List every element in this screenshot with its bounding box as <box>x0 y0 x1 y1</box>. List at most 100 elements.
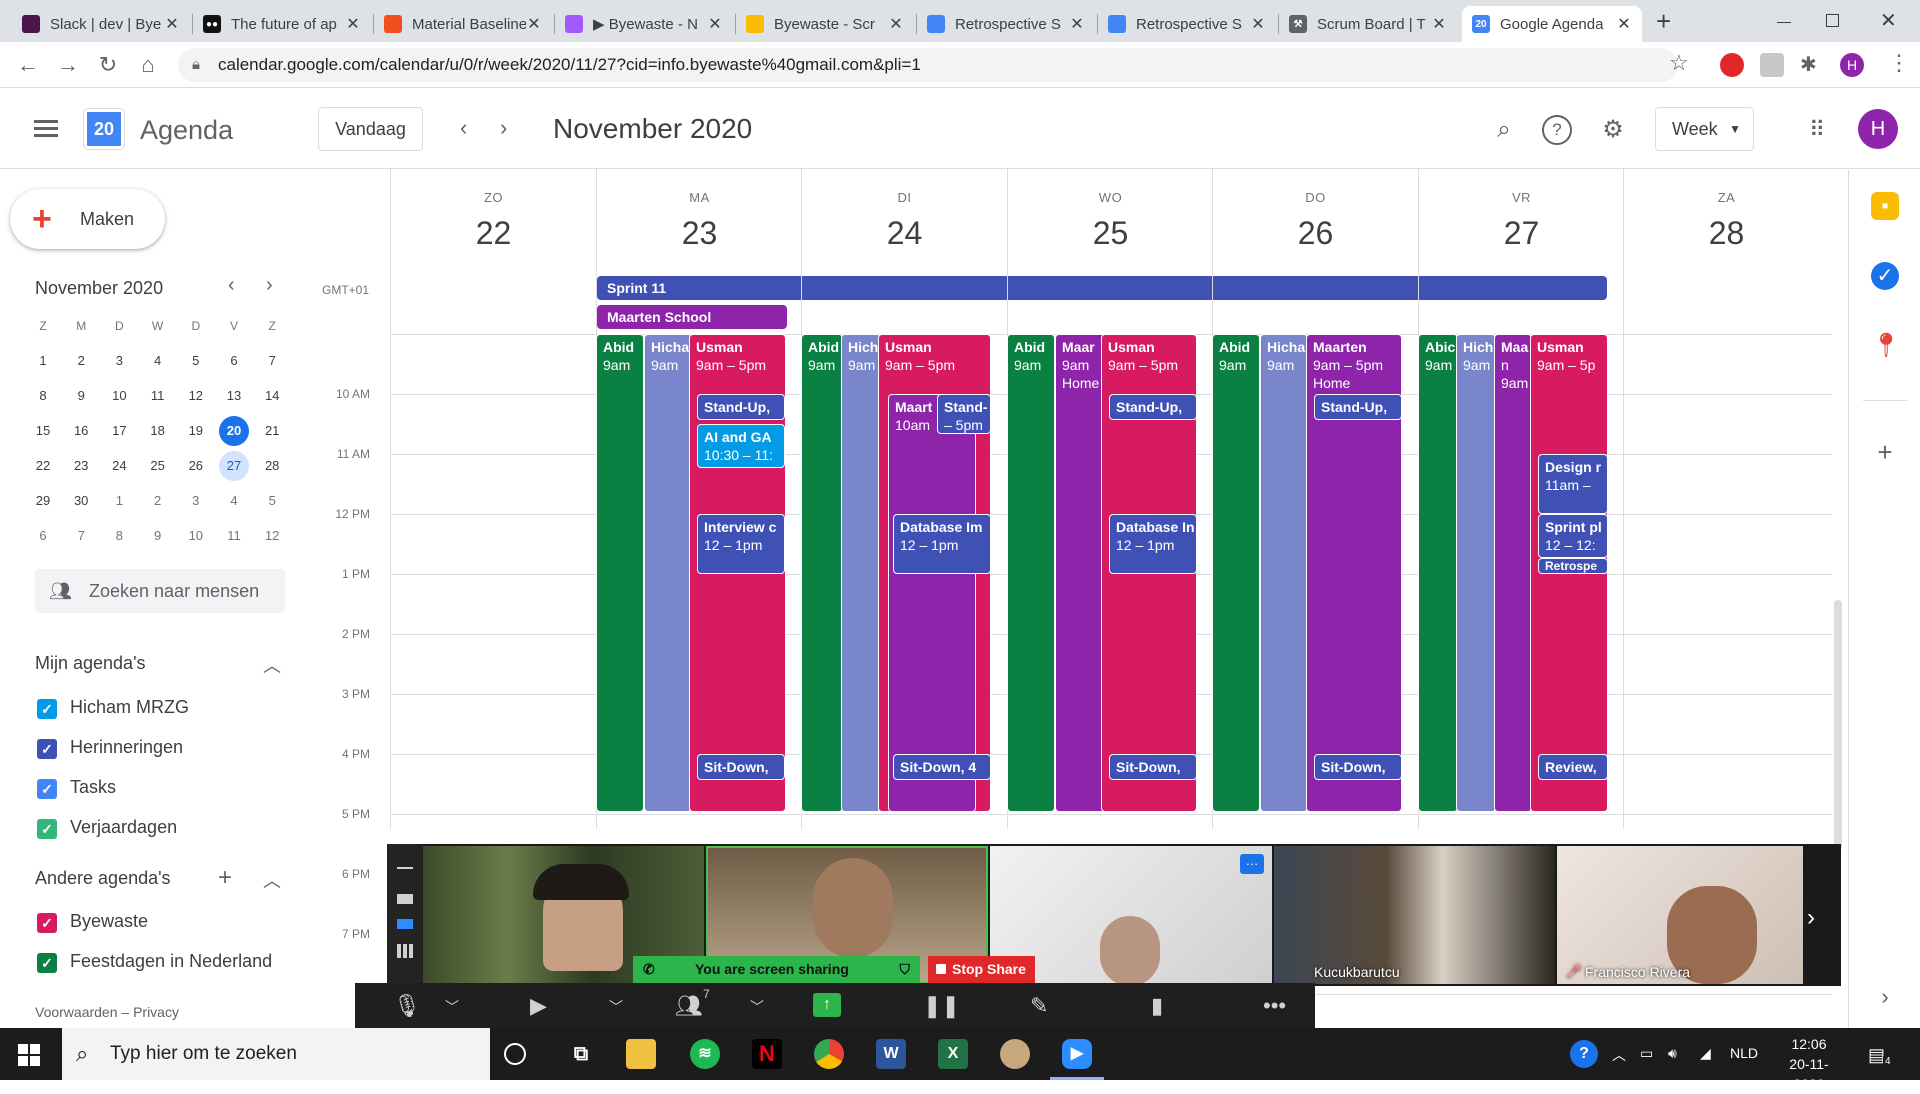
mini-calendar-day[interactable]: 6 <box>219 346 249 376</box>
annotate-pencil-icon[interactable]: ✎ <box>1030 993 1048 1019</box>
windows-start-icon[interactable] <box>18 1044 40 1066</box>
input-language[interactable]: NLD <box>1730 1045 1758 1061</box>
mini-calendar-day[interactable]: 26 <box>181 451 211 481</box>
checkbox-checked-icon[interactable]: ✓ <box>37 953 57 973</box>
add-addon-icon[interactable]: + <box>1871 438 1899 466</box>
minimize-icon[interactable] <box>397 867 413 869</box>
forward-arrow-icon[interactable]: → <box>54 51 82 79</box>
event-ai-ga-mon[interactable]: AI and GA 10:30 – 11: <box>697 424 785 468</box>
mini-calendar-day[interactable]: 22 <box>28 451 58 481</box>
browser-tab-slack[interactable]: Slack | dev | Bye ✕ <box>12 6 190 42</box>
today-button[interactable]: Vandaag <box>318 107 423 151</box>
event-database-wed[interactable]: Database In 12 – 1pm <box>1109 514 1197 574</box>
remote-control-mouse-icon[interactable]: ▮ <box>1151 993 1163 1019</box>
help-icon[interactable]: ? <box>1542 115 1572 145</box>
share-screen-icon[interactable]: ↑ <box>813 993 841 1017</box>
event-abid-fri[interactable]: Abic 9am <box>1418 334 1458 812</box>
browser-menu-icon[interactable]: ⋮ <box>1888 50 1910 76</box>
more-dots-icon[interactable]: ••• <box>1263 993 1286 1019</box>
next-page-arrow-icon[interactable]: › <box>1807 904 1815 932</box>
mini-calendar-day[interactable]: 14 <box>257 381 287 411</box>
calendar-item-feestdagen[interactable]: ✓ Feestdagen in Nederland <box>35 946 272 976</box>
spotify-icon[interactable]: ≋ <box>690 1039 720 1069</box>
excel-icon[interactable]: X <box>938 1039 968 1069</box>
mini-calendar-day[interactable]: 4 <box>219 486 249 516</box>
event-abid-thu[interactable]: Abid 9am <box>1212 334 1260 812</box>
chrome-icon[interactable] <box>814 1039 844 1069</box>
pause-share-icon[interactable]: ❚❚ <box>923 993 960 1019</box>
event-database-tue[interactable]: Database Im 12 – 1pm <box>893 514 991 574</box>
reload-icon[interactable]: ↻ <box>94 51 122 79</box>
mini-calendar-day[interactable]: 10 <box>104 381 134 411</box>
close-tab-icon[interactable]: ✕ <box>1616 14 1632 34</box>
gallery-view-icon[interactable] <box>397 944 413 958</box>
mini-calendar-day[interactable]: 17 <box>104 416 134 446</box>
apps-grid-icon[interactable]: ⠿ <box>1802 115 1832 145</box>
stop-share-button[interactable]: Stop Share <box>928 956 1035 983</box>
mini-calendar-day[interactable]: 8 <box>104 521 134 551</box>
mini-calendar-day[interactable]: 13 <box>219 381 249 411</box>
file-explorer-icon[interactable] <box>626 1039 656 1069</box>
mini-calendar-day[interactable]: 15 <box>28 416 58 446</box>
checkbox-checked-icon[interactable]: ✓ <box>37 739 57 759</box>
volume-icon[interactable]: 🔊︎ <box>1668 1045 1677 1062</box>
participants-icon[interactable]: 👥︎ <box>675 993 703 1019</box>
bookmark-star-icon[interactable]: ☆ <box>1669 50 1689 76</box>
close-tab-icon[interactable]: ✕ <box>164 14 180 34</box>
collapse-chevron-icon[interactable]: ︿ <box>263 867 281 893</box>
close-tab-icon[interactable]: ✕ <box>345 14 361 34</box>
help-tray-icon[interactable]: ? <box>1570 1040 1598 1068</box>
event-hicham-tue[interactable]: Hich 9am <box>841 334 881 812</box>
mini-next-month-icon[interactable]: › <box>266 274 273 297</box>
add-calendar-icon[interactable]: + <box>218 864 232 892</box>
mini-calendar-day[interactable]: 6 <box>28 521 58 551</box>
mini-calendar-day[interactable]: 7 <box>257 346 287 376</box>
event-hicham-mon[interactable]: Hicha 9am <box>644 334 692 812</box>
mini-calendar-day[interactable]: 5 <box>181 346 211 376</box>
collapse-chevron-icon[interactable]: ︿ <box>263 652 281 678</box>
event-sprint-planning-fri[interactable]: Sprint pl 12 – 12: <box>1538 514 1608 558</box>
event-hicham-fri[interactable]: Hich 9am <box>1456 334 1496 812</box>
mini-calendar-day[interactable]: 19 <box>181 416 211 446</box>
mini-calendar-day[interactable]: 10 <box>181 521 211 551</box>
mini-calendar-day[interactable]: 18 <box>143 416 173 446</box>
mini-calendar-day[interactable]: 3 <box>181 486 211 516</box>
search-people-input[interactable]: 👥︎ Zoeken naar mensen <box>35 569 285 613</box>
mini-calendar-day[interactable]: 29 <box>28 486 58 516</box>
new-tab-button[interactable]: + <box>1656 6 1671 37</box>
home-icon[interactable]: ⌂ <box>134 51 162 79</box>
day-header-tuesday[interactable]: DI 24 <box>802 190 1007 252</box>
close-window-icon[interactable]: ✕ <box>1880 8 1897 33</box>
close-tab-icon[interactable]: ✕ <box>707 14 723 34</box>
keep-icon[interactable]: ▪ <box>1871 192 1899 220</box>
event-maarten-wed[interactable]: Maar 9am Home <box>1055 334 1107 812</box>
day-header-monday[interactable]: MA 23 <box>597 190 802 252</box>
mini-calendar-day[interactable]: 3 <box>104 346 134 376</box>
tasks-icon[interactable]: ✓ <box>1871 262 1899 290</box>
event-abid-tue[interactable]: Abid 9am <box>801 334 843 812</box>
browser-tab-medium[interactable]: ●● The future of ap ✕ <box>193 6 371 42</box>
close-tab-icon[interactable]: ✕ <box>1069 14 1085 34</box>
mini-calendar-day[interactable]: 25 <box>143 451 173 481</box>
next-week-icon[interactable]: › <box>500 115 507 141</box>
event-maarten-tue[interactable]: Maart 10am <box>888 394 976 812</box>
video-tile-participant-5[interactable]: 🎤︎ Francisco Rivera <box>1557 846 1803 984</box>
mini-calendar-day[interactable]: 2 <box>66 346 96 376</box>
mini-calendar-day[interactable]: 28 <box>257 451 287 481</box>
mini-calendar-day[interactable]: 5 <box>257 486 287 516</box>
event-sitdown-wed[interactable]: Sit-Down, <box>1109 754 1197 780</box>
browser-tab-figma-material[interactable]: Material Baseline ✕ <box>374 6 552 42</box>
puzzle-extensions-icon[interactable]: ✱ <box>1800 52 1817 77</box>
checkbox-checked-icon[interactable]: ✓ <box>37 699 57 719</box>
day-header-friday[interactable]: VR 27 <box>1419 190 1624 252</box>
mini-calendar-day[interactable]: 9 <box>66 381 96 411</box>
word-icon[interactable]: W <box>876 1039 906 1069</box>
day-header-sunday[interactable]: ZO 22 <box>391 190 596 252</box>
calendar-item-herinneringen[interactable]: ✓ Herinneringen <box>35 732 183 762</box>
show-hidden-icons-icon[interactable]: ︿ <box>1612 1045 1626 1065</box>
event-standup-thu[interactable]: Stand-Up, <box>1314 394 1402 420</box>
all-day-event-sprint[interactable]: Sprint 11 <box>597 276 1607 300</box>
event-standup-mon[interactable]: Stand-Up, <box>697 394 785 420</box>
search-icon[interactable]: ⌕ <box>1489 115 1519 145</box>
mini-calendar-day[interactable]: 23 <box>66 451 96 481</box>
